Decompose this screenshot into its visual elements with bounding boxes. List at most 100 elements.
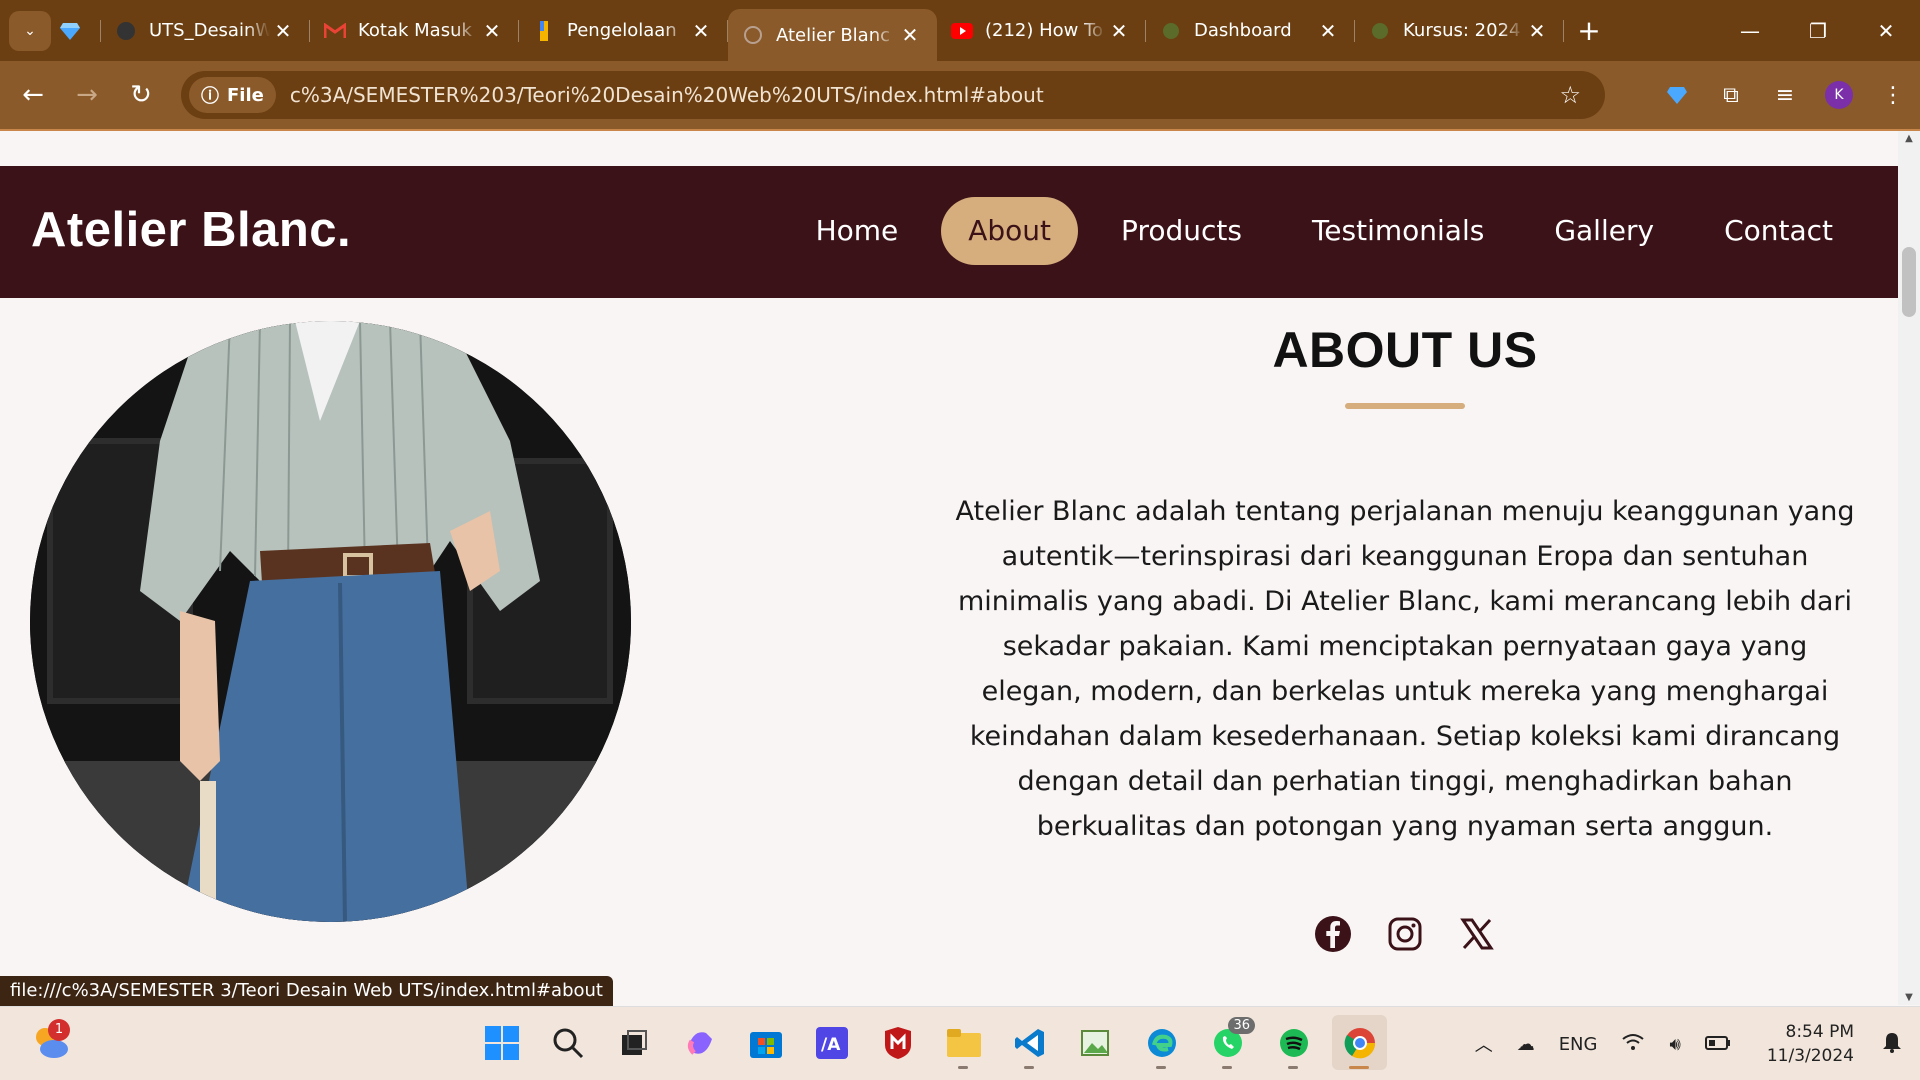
tab-gmail[interactable]: Kotak Masuk ✕ [310,0,519,61]
notification-bell-icon[interactable] [1882,1031,1902,1058]
volume-icon[interactable]: 🔊︎ [1669,1034,1680,1055]
whatsapp-icon[interactable]: 36 [1200,1015,1255,1070]
address-bar[interactable]: ⓘ File c%3A/SEMESTER%203/Teori%20Desain%… [181,71,1605,119]
info-icon: ⓘ [201,86,219,107]
forward-icon[interactable]: → [60,68,114,122]
tab-pengelolaan[interactable]: Pengelolaan ✕ [519,0,728,61]
nav-contact[interactable]: Contact [1697,197,1860,265]
toolbar-actions: ⧉ ≡ K ⋮ [1650,61,1920,129]
tab-dashboard[interactable]: Dashboard ✕ [1146,0,1355,61]
restore-icon[interactable]: ❐ [1784,0,1852,61]
gem-extension-icon[interactable] [1650,86,1704,104]
file-explorer-icon[interactable] [936,1015,991,1070]
nav-testimonials[interactable]: Testimonials [1285,197,1511,265]
x-icon[interactable] [1458,915,1496,953]
heading-underline [1345,403,1465,409]
search-icon[interactable] [540,1015,595,1070]
extensions-puzzle-icon[interactable]: ⧉ [1704,83,1758,108]
menu-kebab-icon[interactable]: ⋮ [1866,83,1920,108]
bookmark-star-icon[interactable]: ☆ [1559,81,1581,109]
copilot-icon[interactable] [672,1015,727,1070]
about-description: Atelier Blanc adalah tentang perjalanan … [955,496,1855,842]
microsoft-store-icon[interactable] [738,1015,793,1070]
start-windows-icon[interactable] [474,1015,529,1070]
close-icon[interactable]: ✕ [897,23,923,47]
scroll-down-arrow[interactable]: ▼ [1898,992,1920,1003]
drive-icon [533,20,555,42]
vscode-icon[interactable] [1002,1015,1057,1070]
about-section: ABOUT US Atelier Blanc adalah tentang pe… [940,321,1870,953]
close-icon[interactable]: ✕ [688,19,714,43]
wifi-icon[interactable] [1621,1032,1645,1057]
close-icon[interactable]: ✕ [1106,19,1132,43]
onedrive-cloud-icon[interactable]: ☁ [1517,1034,1535,1055]
nav-products[interactable]: Products [1094,197,1269,265]
site-navbar: Atelier Blanc. Home About Products Testi… [0,166,1898,298]
site-menu: Home About Products Testimonials Gallery… [773,197,1860,265]
close-icon[interactable]: ✕ [270,19,296,43]
tab-strip: ⌄ UTS_DesainWeb ✕ Kotak Masuk ✕ Pengelol… [0,0,1920,61]
file-label: File [227,84,264,106]
page-viewport: Atelier Blanc. Home About Products Testi… [0,131,1898,1005]
nav-home[interactable]: Home [789,197,926,265]
tab-search-button[interactable]: ⌄ [9,10,51,51]
whatsapp-badge: 36 [1228,1017,1255,1034]
clock-time: 8:54 PM [1785,1022,1855,1042]
pinned-tab[interactable] [51,0,101,61]
windows-taskbar: 1 /A 36 ︿ ☁ ENG 🔊︎ 8:54 PM 11/3/2024 [0,1006,1920,1080]
tab-title: Kotak Masuk [358,20,472,41]
spotify-icon[interactable] [1266,1015,1321,1070]
browser-toolbar: ← → ↻ ⓘ File c%3A/SEMESTER%203/Teori%20D… [0,61,1920,129]
scroll-thumb[interactable] [1902,247,1916,317]
tab-title: UTS_DesainWeb [149,20,270,41]
facebook-icon[interactable] [1314,915,1352,953]
language-indicator[interactable]: ENG [1559,1034,1598,1055]
url-text[interactable]: c%3A/SEMESTER%203/Teori%20Desain%20Web%2… [290,83,1044,107]
reload-icon[interactable]: ↻ [114,68,168,122]
site-logo[interactable]: Atelier Blanc. [31,202,351,258]
about-photo [30,321,631,922]
window-controls: — ❐ ✕ [1716,0,1920,61]
svg-text:/A: /A [821,1035,841,1055]
close-icon[interactable]: ✕ [1524,19,1550,43]
gmail-icon [324,20,346,42]
nav-about[interactable]: About [941,197,1079,265]
nav-gallery[interactable]: Gallery [1527,197,1681,265]
globe-icon [742,24,764,46]
close-window-icon[interactable]: ✕ [1852,0,1920,61]
media-controls-icon[interactable]: ≡ [1758,83,1812,108]
edge-icon[interactable] [1134,1015,1189,1070]
profile-avatar[interactable]: K [1825,81,1853,109]
taskbar-apps: /A 36 [474,1015,1387,1070]
tab-title: Dashboard [1194,20,1292,41]
new-tab-button[interactable]: + [1564,14,1614,47]
tab-youtube[interactable]: (212) How To ✕ [937,0,1146,61]
weather-badge: 1 [48,1019,70,1041]
instagram-icon[interactable] [1386,915,1424,953]
tab-title: Atelier Blanc [776,24,891,46]
editor-app-icon[interactable]: /A [804,1015,859,1070]
clock-date: 11/3/2024 [1766,1046,1854,1066]
taskbar-clock[interactable]: 8:54 PM 11/3/2024 [1767,1020,1854,1068]
minimize-icon[interactable]: — [1716,0,1784,61]
tab-atelier-blanc[interactable]: Atelier Blanc ✕ [728,9,937,61]
social-links [940,915,1870,953]
gem-icon [59,20,81,42]
site-info-chip[interactable]: ⓘ File [189,77,276,113]
close-icon[interactable]: ✕ [479,19,505,43]
page-scrollbar[interactable]: ▲ ▼ [1898,131,1920,1005]
task-view-icon[interactable] [606,1015,661,1070]
mcafee-icon[interactable] [870,1015,925,1070]
tab-title: Kursus: 2024 [1403,20,1521,41]
tab-kursus[interactable]: Kursus: 2024 ✕ [1355,0,1564,61]
chrome-icon[interactable] [1332,1015,1387,1070]
link-status-bubble: file:///c%3A/SEMESTER 3/Teori Desain Web… [0,976,613,1006]
tab-uts[interactable]: UTS_DesainWeb ✕ [101,0,310,61]
back-icon[interactable]: ← [6,68,60,122]
close-icon[interactable]: ✕ [1315,19,1341,43]
battery-icon[interactable] [1704,1034,1731,1055]
image-editor-icon[interactable] [1068,1015,1123,1070]
chevron-up-icon[interactable]: ︿ [1475,1031,1493,1057]
youtube-icon [951,20,973,42]
scroll-up-arrow[interactable]: ▲ [1898,133,1920,144]
